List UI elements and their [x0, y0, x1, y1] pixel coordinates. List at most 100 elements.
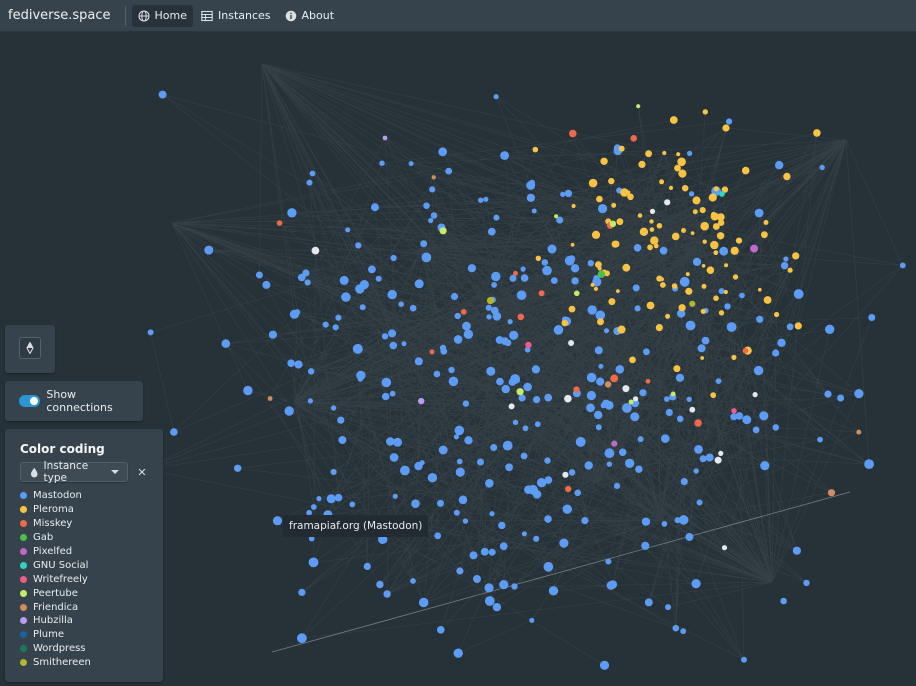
instance-node[interactable] [595, 424, 602, 431]
instance-node[interactable] [339, 275, 349, 285]
instance-node[interactable] [603, 328, 610, 334]
instance-node[interactable] [837, 394, 845, 402]
instance-node[interactable] [355, 242, 362, 249]
instance-node[interactable] [719, 191, 725, 197]
instance-node[interactable] [732, 274, 739, 280]
instance-node[interactable] [408, 161, 414, 167]
instance-node[interactable] [473, 575, 481, 583]
instance-node[interactable] [819, 164, 825, 171]
instance-node[interactable] [564, 394, 572, 403]
instance-node[interactable] [429, 349, 435, 355]
instance-node[interactable] [309, 170, 316, 177]
instance-node[interactable] [499, 542, 508, 551]
instance-node[interactable] [665, 408, 673, 417]
instance-node[interactable] [752, 426, 760, 434]
instance-node[interactable] [594, 346, 603, 355]
instance-node[interactable] [715, 378, 722, 384]
instance-node[interactable] [234, 464, 242, 472]
instance-node[interactable] [448, 376, 459, 387]
instance-node[interactable] [615, 365, 625, 374]
instance-node[interactable] [508, 403, 515, 410]
instance-node[interactable] [516, 388, 524, 396]
instance-node[interactable] [570, 242, 575, 247]
instance-node[interactable] [608, 298, 616, 306]
instance-node[interactable] [774, 311, 780, 318]
instance-node[interactable] [678, 304, 686, 312]
instance-node[interactable] [641, 517, 651, 526]
instance-node[interactable] [710, 392, 717, 399]
instance-node[interactable] [741, 656, 747, 663]
instance-node[interactable] [400, 465, 410, 476]
instance-node[interactable] [586, 390, 597, 401]
instance-node[interactable] [560, 191, 566, 197]
instance-node[interactable] [665, 313, 671, 319]
instance-node[interactable] [692, 257, 702, 266]
instance-node[interactable] [685, 533, 694, 541]
instance-node[interactable] [645, 378, 651, 384]
instance-node[interactable] [665, 604, 672, 611]
instance-node[interactable] [856, 429, 862, 435]
instance-node[interactable] [718, 450, 724, 456]
instance-node[interactable] [306, 179, 313, 186]
instance-node[interactable] [533, 396, 541, 404]
instance-node[interactable] [650, 236, 659, 245]
instance-node[interactable] [529, 617, 535, 623]
instance-node[interactable] [359, 280, 369, 290]
instance-node[interactable] [587, 260, 594, 267]
instance-node[interactable] [462, 518, 469, 524]
instance-node[interactable] [467, 264, 476, 273]
instance-node[interactable] [401, 341, 407, 347]
instance-node[interactable] [349, 501, 356, 508]
instance-node[interactable] [542, 265, 552, 276]
instance-node[interactable] [647, 244, 653, 251]
instance-node[interactable] [462, 321, 471, 331]
instance-node[interactable] [544, 457, 551, 464]
instance-node[interactable] [824, 390, 832, 398]
instance-node[interactable] [628, 399, 634, 405]
instance-node[interactable] [713, 186, 719, 192]
instance-node[interactable] [685, 272, 690, 277]
instance-node[interactable] [724, 303, 731, 310]
instance-node[interactable] [386, 437, 395, 446]
instance-node[interactable] [294, 309, 301, 316]
instance-node[interactable] [571, 277, 579, 285]
instance-node[interactable] [427, 473, 438, 483]
instance-node[interactable] [276, 220, 283, 226]
instance-node[interactable] [694, 445, 703, 454]
instance-node[interactable] [456, 567, 464, 575]
instance-node[interactable] [491, 282, 497, 288]
instance-node[interactable] [534, 421, 541, 428]
instance-node[interactable] [677, 157, 686, 167]
instance-node[interactable] [660, 282, 666, 288]
instance-node[interactable] [508, 378, 517, 386]
instance-node[interactable] [337, 416, 345, 424]
instance-node[interactable] [701, 283, 707, 289]
instance-node[interactable] [600, 157, 608, 165]
instance-node[interactable] [440, 348, 448, 355]
instance-node[interactable] [792, 546, 802, 555]
instance-node[interactable] [635, 465, 643, 473]
instance-node[interactable] [371, 203, 379, 212]
instance-node[interactable] [699, 207, 706, 214]
instance-node[interactable] [618, 448, 627, 457]
instance-node[interactable] [388, 329, 397, 338]
instance-node[interactable] [389, 341, 398, 350]
instance-node[interactable] [731, 354, 737, 360]
instance-node[interactable] [689, 300, 696, 307]
instance-node[interactable] [792, 252, 800, 260]
instance-node[interactable] [398, 301, 405, 308]
instance-node[interactable] [573, 386, 580, 393]
instance-node[interactable] [387, 289, 397, 300]
instance-node[interactable] [390, 254, 397, 262]
instance-node[interactable] [616, 289, 620, 293]
instance-node[interactable] [825, 324, 835, 334]
instance-node[interactable] [297, 633, 307, 644]
instance-node[interactable] [636, 104, 641, 109]
instance-node[interactable] [719, 246, 729, 256]
instance-node[interactable] [611, 440, 618, 447]
instance-node[interactable] [513, 270, 518, 276]
instance-node[interactable] [696, 499, 703, 506]
instance-node[interactable] [634, 305, 641, 312]
instance-node[interactable] [502, 440, 513, 451]
instance-node[interactable] [559, 538, 569, 548]
